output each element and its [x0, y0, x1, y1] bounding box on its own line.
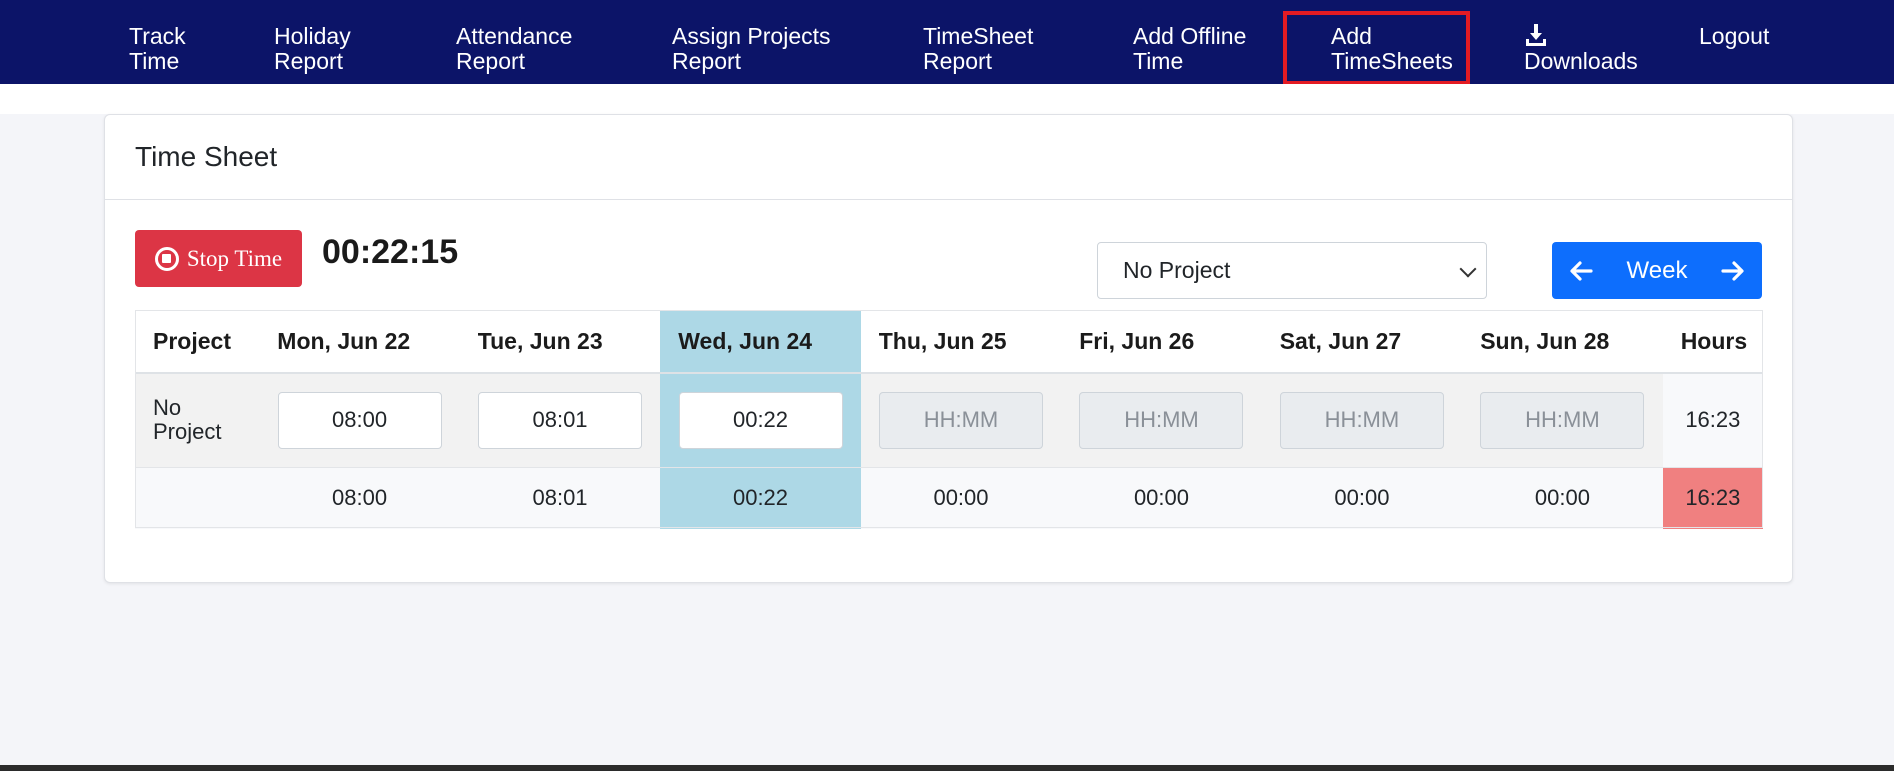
- day-cell-tue: [459, 372, 661, 468]
- totals-row: 08:00 08:01 00:22 00:00 00:00 00:00 00:0…: [135, 467, 1763, 529]
- column-header-tue: Tue, Jun 23: [459, 310, 661, 374]
- project-name-line: Project: [153, 419, 222, 445]
- total-cell-sun: 00:00: [1462, 467, 1663, 529]
- table-header-row: Project Mon, Jun 22 Tue, Jun 23 Wed, Jun…: [135, 310, 1763, 374]
- nav-logout[interactable]: Logout: [1699, 24, 1769, 49]
- nav-label-line: Report: [274, 48, 344, 74]
- nav-label-line: Report: [456, 48, 526, 74]
- nav-holiday-report[interactable]: Holiday Report: [274, 24, 351, 74]
- project-select-value: No Project: [1123, 257, 1231, 283]
- time-input-sat[interactable]: [1279, 391, 1444, 449]
- total-cell-thu: 00:00: [860, 467, 1062, 529]
- column-header-project: Project: [135, 310, 260, 374]
- stop-icon: [154, 246, 179, 271]
- project-name-cell: No Project: [135, 372, 260, 468]
- card-header: Time Sheet: [105, 115, 1792, 200]
- column-header-fri: Fri, Jun 26: [1061, 310, 1262, 374]
- day-cell-sun: [1462, 372, 1663, 468]
- week-button[interactable]: Week: [1610, 257, 1704, 285]
- day-cell-sat: [1261, 372, 1463, 468]
- timesheet-table: Project Mon, Jun 22 Tue, Jun 23 Wed, Jun…: [135, 310, 1763, 529]
- next-week-button[interactable]: [1704, 242, 1762, 299]
- nav-label-line: Holiday: [274, 23, 351, 49]
- nav-label-line: Attendance: [456, 23, 573, 49]
- project-select[interactable]: No Project: [1097, 242, 1487, 299]
- nav-track-time[interactable]: Track Time: [129, 24, 186, 74]
- nav-timesheet-report[interactable]: TimeSheet Report: [923, 24, 1033, 74]
- nav-label-line: Add Offline: [1133, 23, 1247, 49]
- project-name-line: No: [153, 395, 182, 421]
- day-cell-wed: [660, 372, 861, 468]
- total-cell-wed: 00:22: [660, 467, 861, 529]
- nav-label-line: Time: [1133, 48, 1184, 74]
- nav-label-line: Track: [129, 23, 186, 49]
- card-title: Time Sheet: [135, 141, 278, 172]
- stop-time-button[interactable]: Stop Time: [135, 230, 302, 287]
- arrow-right-icon: [1721, 260, 1744, 281]
- time-input-wed[interactable]: [678, 391, 843, 449]
- chevron-down-icon: [1459, 260, 1477, 278]
- total-cell-tue: 08:01: [459, 467, 661, 529]
- time-input-thu[interactable]: [878, 391, 1043, 449]
- nav-label-line: Assign Projects: [672, 23, 831, 49]
- top-navbar: Track Time Holiday Report Attendance Rep…: [0, 0, 1894, 85]
- total-cell-mon: 08:00: [259, 467, 460, 529]
- total-cell-fri: 00:00: [1061, 467, 1262, 529]
- nav-add-offline-time[interactable]: Add Offline Time: [1133, 24, 1246, 74]
- column-header-sun: Sun, Jun 28: [1462, 310, 1663, 374]
- column-header-hours: Hours: [1662, 310, 1763, 374]
- row-hours-cell: 16:23: [1662, 372, 1763, 468]
- time-input-tue[interactable]: [478, 391, 643, 449]
- week-navigator: Week: [1552, 242, 1762, 299]
- nav-label-line: Downloads: [1524, 48, 1638, 74]
- day-cell-thu: [860, 372, 1062, 468]
- stop-time-label: Stop Time: [186, 245, 283, 271]
- column-header-sat: Sat, Jun 27: [1261, 310, 1463, 374]
- nav-label-line: Time: [129, 48, 180, 74]
- elapsed-timer: 00:22:15: [322, 233, 459, 271]
- column-header-thu: Thu, Jun 25: [860, 310, 1062, 374]
- table-row: No Project 16:23: [135, 372, 1763, 468]
- time-input-fri[interactable]: [1079, 391, 1244, 449]
- download-icon: [1526, 24, 1546, 46]
- day-cell-mon: [259, 372, 460, 468]
- nav-label-line: Add: [1331, 23, 1372, 49]
- nav-add-timesheets[interactable]: Add TimeSheets: [1283, 11, 1470, 85]
- column-header-wed: Wed, Jun 24: [660, 310, 861, 374]
- time-input-mon[interactable]: [277, 391, 442, 449]
- nav-downloads[interactable]: Downloads: [1524, 23, 1638, 74]
- column-header-mon: Mon, Jun 22: [259, 310, 460, 374]
- bottom-edge: [0, 765, 1894, 771]
- time-input-sun[interactable]: [1480, 391, 1645, 449]
- nav-label-line: TimeSheets: [1331, 48, 1453, 74]
- nav-label-line: Logout: [1699, 23, 1770, 49]
- timesheet-card: Time Sheet Stop Time 00:22:15 No Project…: [104, 114, 1793, 583]
- previous-week-button[interactable]: [1552, 242, 1610, 299]
- nav-label-line: Report: [923, 48, 993, 74]
- nav-spacer: [0, 84, 1894, 114]
- arrow-left-icon: [1570, 260, 1593, 281]
- total-hours-cell: 16:23: [1662, 467, 1763, 529]
- day-cell-fri: [1061, 372, 1262, 468]
- nav-assign-projects-report[interactable]: Assign Projects Report: [672, 24, 831, 74]
- nav-label-line: Report: [672, 48, 742, 74]
- nav-attendance-report[interactable]: Attendance Report: [456, 24, 572, 74]
- totals-label-cell: [135, 467, 260, 529]
- nav-label-line: TimeSheet: [923, 23, 1034, 49]
- total-cell-sat: 00:00: [1261, 467, 1463, 529]
